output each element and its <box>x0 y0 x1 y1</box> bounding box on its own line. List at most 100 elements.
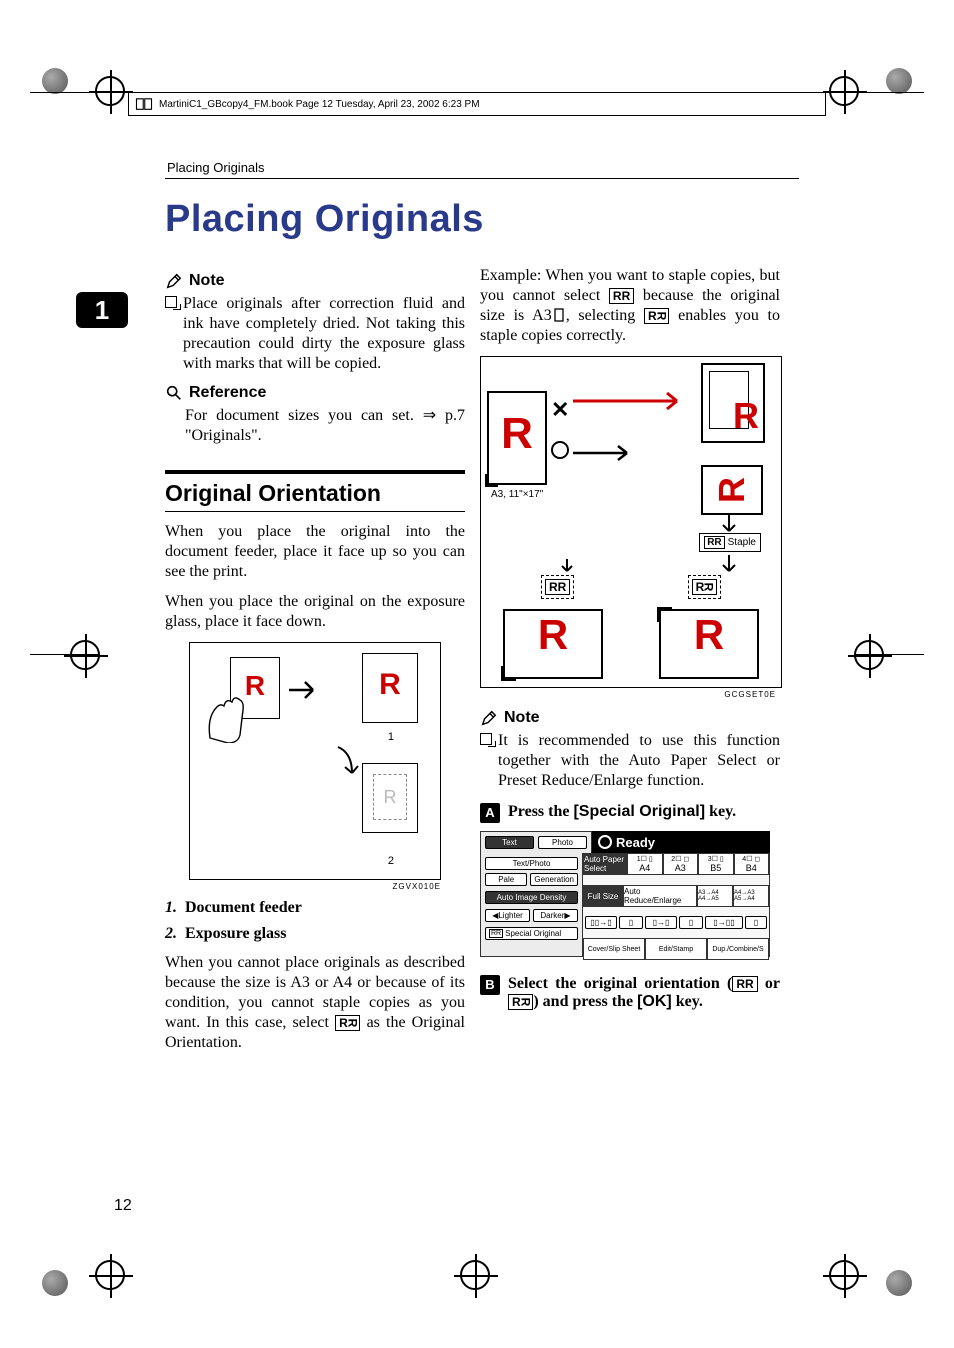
panel-tray-4[interactable]: 4☐ ◻B4 <box>734 853 770 875</box>
arrow-right-icon <box>571 443 641 463</box>
step-1: A Press the [Special Original] key. <box>480 803 780 823</box>
checkbox-bullet-icon <box>165 296 177 308</box>
step-text: or <box>758 975 780 992</box>
list-label-2: Exposure glass <box>185 925 287 942</box>
note-label: Note <box>504 709 540 727</box>
panel-combine-icon[interactable]: ▯▯→▯ <box>585 916 617 929</box>
reference-heading: Reference <box>165 384 465 402</box>
book-meta-bar: MartiniC1_GBcopy4_FM.book Page 12 Tuesda… <box>128 92 826 116</box>
running-head: Placing Originals <box>167 160 265 175</box>
letter-r-rotated-icon: R <box>711 461 753 519</box>
page-number: 12 <box>114 1197 132 1215</box>
panel-combine-icon[interactable]: ▯ <box>679 916 703 929</box>
panel-btn-special-original[interactable]: RR Special Original <box>485 927 578 940</box>
panel-tray-1[interactable]: 1☐ ▯A4 <box>627 853 663 875</box>
fig-callout-2: 2 <box>388 855 394 867</box>
panel-tray-3[interactable]: 3☐ ▯B5 <box>698 853 734 875</box>
chapter-tab: 1 <box>76 292 128 328</box>
panel-btn-lighter[interactable]: ◀Lighter <box>485 909 530 922</box>
panel-btn-edit-stamp[interactable]: Edit/Stamp <box>645 938 707 960</box>
panel-btn-textphoto[interactable]: Text/Photo <box>485 857 578 870</box>
display-panel-screenshot: Text Photo Ready Text/Photo Pale Generat… <box>480 831 770 957</box>
note-heading: Note <box>480 709 780 727</box>
panel-combine-icon[interactable]: ▯→▯ <box>645 916 677 929</box>
figure-orientation: R R 1 R 2 <box>189 642 441 880</box>
orientation-standard-key: RR <box>541 575 574 599</box>
edge-rule <box>854 92 924 93</box>
letter-r-outline-icon: R <box>373 774 407 820</box>
note-label: Note <box>189 272 225 290</box>
subheading-original-orientation: Original Orientation <box>165 480 465 507</box>
hand-icon <box>200 683 250 743</box>
key-special-original: [Special Original] <box>573 803 705 820</box>
document-icon: R <box>362 653 418 723</box>
ready-text: Ready <box>616 835 655 850</box>
crop-ball <box>42 1270 68 1296</box>
subhead-rule-bottom <box>165 511 465 512</box>
fig-callout-1: 1 <box>388 731 394 743</box>
step-text: ) and press the <box>533 993 637 1010</box>
page-title: Placing Originals <box>165 198 484 241</box>
ready-indicator-icon <box>598 835 612 849</box>
figure-code: ZGVX010E <box>165 882 441 891</box>
panel-btn-auto-reduce-enlarge[interactable]: Auto Reduce/Enlarge <box>623 885 697 907</box>
arrow-down-icon <box>721 513 737 537</box>
step-text: key. <box>672 993 703 1010</box>
panel-btn-ratio-1[interactable]: A3→A4 A4→A5 <box>697 885 733 907</box>
crop-register-icon <box>70 640 100 670</box>
document-icon: R <box>487 391 547 485</box>
crop-ball <box>886 68 912 94</box>
edge-rule <box>30 92 100 93</box>
pencil-icon <box>165 272 183 290</box>
step-text: key. <box>705 803 736 820</box>
panel-btn-generation[interactable]: Generation <box>530 873 578 886</box>
list-num-1: 1. <box>165 899 177 916</box>
panel-tab-text[interactable]: Text <box>485 836 534 849</box>
arrow-down-icon <box>721 553 737 577</box>
panel-tray-2[interactable]: 2☐ ◻A3 <box>663 853 699 875</box>
panel-btn-auto-image-density[interactable]: Auto Image Density <box>485 891 578 904</box>
panel-combine-icon[interactable]: ▯ <box>619 916 643 929</box>
panel-btn-cover-slip-sheet[interactable]: Cover/Slip Sheet <box>583 938 645 960</box>
crop-ball <box>886 1270 912 1296</box>
note-item: It is recommended to use this function t… <box>480 731 780 791</box>
crop-register-icon <box>829 76 859 106</box>
para-glass: When you place the original on the expos… <box>165 592 465 632</box>
note-text: Place originals after correction fluid a… <box>183 295 465 372</box>
exposure-glass-icon: R <box>362 763 418 833</box>
panel-btn-full-size[interactable]: Full Size <box>583 885 623 907</box>
panel-ready-bar: Ready <box>592 831 770 853</box>
x-mark-icon: ✕ <box>551 397 569 423</box>
circle-icon <box>551 441 569 459</box>
crop-register-icon <box>95 76 125 106</box>
para-feeder: When you place the original into the doc… <box>165 522 465 582</box>
subhead-rule-top <box>165 470 465 474</box>
panel-btn-darker[interactable]: Darker▶ <box>533 909 578 922</box>
edge-rule <box>854 654 924 655</box>
document-result-icon: R <box>503 609 603 679</box>
step-text: Select the original orientation ( <box>508 975 732 992</box>
panel-combine-icon[interactable]: ▯ <box>745 916 767 929</box>
crop-register-icon <box>854 640 884 670</box>
key-ok: [OK] <box>637 993 672 1010</box>
running-head-rule <box>165 178 799 179</box>
panel-tab-photo[interactable]: Photo <box>538 836 587 849</box>
step-2: B Select the original orientation (RR or… <box>480 975 780 1011</box>
panel-btn-pale[interactable]: Pale <box>485 873 527 886</box>
crop-register-icon <box>460 1260 490 1290</box>
panel-btn-auto-paper-select[interactable]: Auto Paper Select <box>583 853 627 875</box>
panel-combine-icon[interactable]: ▯→▯▯ <box>705 916 743 929</box>
step-text: Press the <box>508 803 573 820</box>
document-rotated-icon: R <box>701 465 763 515</box>
orientation-rotated-icon: RR <box>508 994 533 1010</box>
panel-btn-ratio-2[interactable]: A4→A3 A5→A4 <box>733 885 769 907</box>
document-stack-icon: R <box>701 363 765 443</box>
arrow-right-icon <box>571 391 691 411</box>
panel-btn-dup-combine[interactable]: Dup./Combine/S <box>707 938 769 960</box>
crop-ball <box>42 68 68 94</box>
crop-register-icon <box>95 1260 125 1290</box>
letter-r-icon: R <box>733 395 759 437</box>
arrow-curve-down-icon <box>334 743 360 783</box>
letter-r-icon: R <box>489 409 545 459</box>
orientation-rotated-key: RR <box>688 575 721 599</box>
